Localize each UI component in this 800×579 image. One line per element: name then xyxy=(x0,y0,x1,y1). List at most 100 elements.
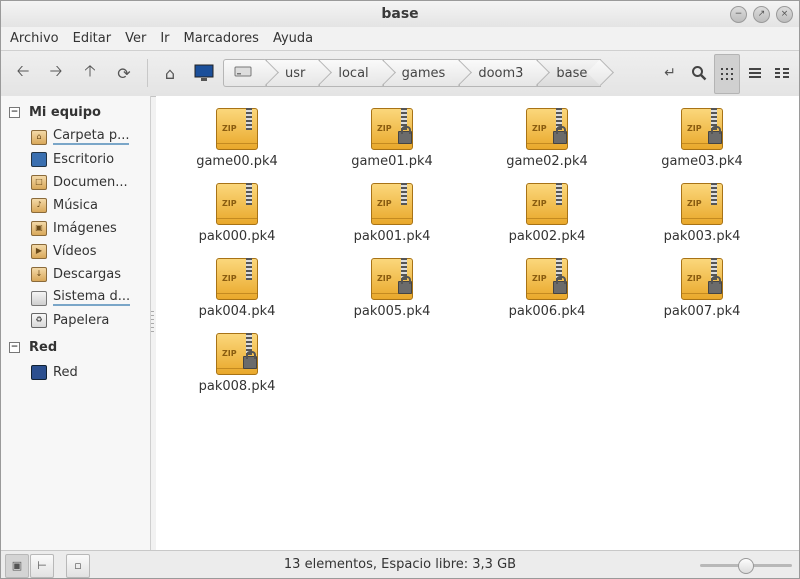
file-name: pak001.pk4 xyxy=(353,229,431,244)
downloads-folder-icon: ↓ xyxy=(31,267,47,282)
sidebar-section-red[interactable]: − Red xyxy=(9,340,57,355)
sidebar-item-label: Documen... xyxy=(53,175,128,190)
sidebar-section-mi-equipo[interactable]: − Mi equipo xyxy=(9,105,101,120)
zoom-slider-knob[interactable] xyxy=(738,558,754,574)
sidebar-item-pictures[interactable]: ▣ Imágenes xyxy=(31,221,145,236)
close-button[interactable]: × xyxy=(776,6,793,23)
file-item[interactable]: ZIP pak003.pk4 xyxy=(642,181,762,244)
sidebar-item-label: Imágenes xyxy=(53,221,117,236)
archive-icon: ZIP xyxy=(680,181,724,225)
archive-icon-text: ZIP xyxy=(532,124,547,133)
file-name: game02.pk4 xyxy=(506,154,588,169)
sidebar-item-network[interactable]: Red xyxy=(31,365,145,380)
archive-icon-text: ZIP xyxy=(377,199,392,208)
maximize-button[interactable]: ↗ xyxy=(753,6,770,23)
collapse-icon[interactable]: − xyxy=(9,107,20,118)
search-icon[interactable] xyxy=(687,61,711,85)
breadcrumb-root-drive[interactable] xyxy=(223,59,266,87)
icon-view-icon[interactable] xyxy=(714,54,740,94)
list-view-icon[interactable] xyxy=(743,61,767,85)
title-bar[interactable]: base − ↗ × xyxy=(1,1,799,27)
archive-icon-text: ZIP xyxy=(687,274,702,283)
file-item[interactable]: ZIP pak007.pk4 xyxy=(642,256,762,319)
file-item[interactable]: ZIP pak000.pk4 xyxy=(177,181,297,244)
up-icon[interactable]: 🡡 xyxy=(78,61,102,85)
file-item[interactable]: ZIP pak006.pk4 xyxy=(487,256,607,319)
file-name: game00.pk4 xyxy=(196,154,278,169)
file-name: pak003.pk4 xyxy=(663,229,741,244)
hide-sidebar-button[interactable]: ▫ xyxy=(66,554,90,578)
desktop-icon xyxy=(31,152,47,167)
breadcrumb: usr local games doom3 base xyxy=(223,59,602,87)
file-name: pak004.pk4 xyxy=(198,304,276,319)
toggle-location-icon[interactable]: ↵ xyxy=(658,61,682,85)
locked-archive-icon: ZIP xyxy=(215,331,259,375)
menu-ver[interactable]: Ver xyxy=(118,31,153,46)
file-name: game03.pk4 xyxy=(661,154,743,169)
status-bar: 13 elementos, Espacio libre: 3,3 GB ▣ ⊢ … xyxy=(1,550,799,578)
locked-archive-icon: ZIP xyxy=(370,256,414,300)
file-item[interactable]: ZIP pak004.pk4 xyxy=(177,256,297,319)
file-item[interactable]: ZIP pak008.pk4 xyxy=(177,331,297,394)
sidebar-item-label: Vídeos xyxy=(53,244,97,259)
file-grid: ZIP game00.pk4 ZIP game01.pk4 ZIP game02.pk4 Z… xyxy=(156,96,799,550)
archive-icon-text: ZIP xyxy=(222,349,237,358)
file-name: pak007.pk4 xyxy=(663,304,741,319)
file-name: pak006.pk4 xyxy=(508,304,586,319)
compact-view-icon[interactable] xyxy=(770,61,794,85)
show-places-button[interactable]: ▣ xyxy=(5,554,29,578)
locked-archive-icon: ZIP xyxy=(370,106,414,150)
file-item[interactable]: ZIP game03.pk4 xyxy=(642,106,762,169)
pictures-folder-icon: ▣ xyxy=(31,221,47,236)
archive-icon-text: ZIP xyxy=(377,274,392,283)
sidebar-section-title: Red xyxy=(29,340,58,355)
sidebar-item-desktop[interactable]: Escritorio xyxy=(31,152,145,167)
sidebar-item-label: Red xyxy=(53,365,78,380)
computer-icon[interactable] xyxy=(192,61,216,85)
file-name: pak008.pk4 xyxy=(198,379,276,394)
sidebar-item-filesystem[interactable]: Sistema d... xyxy=(31,290,145,306)
file-item[interactable]: ZIP game02.pk4 xyxy=(487,106,607,169)
sidebar-item-music[interactable]: ♪ Música xyxy=(31,198,145,213)
file-item[interactable]: ZIP pak002.pk4 xyxy=(487,181,607,244)
file-item[interactable]: ZIP game00.pk4 xyxy=(177,106,297,169)
sidebar-item-label: Escritorio xyxy=(53,152,115,167)
toolbar-separator xyxy=(147,59,148,87)
filesystem-icon xyxy=(31,290,47,306)
places-sidebar: − Mi equipo ⌂ Carpeta p... Escritorio □ … xyxy=(1,96,151,550)
file-name: pak002.pk4 xyxy=(508,229,586,244)
home-folder-icon: ⌂ xyxy=(31,129,47,145)
file-item[interactable]: ZIP pak005.pk4 xyxy=(332,256,452,319)
sidebar-item-label: Música xyxy=(53,198,98,213)
menu-ayuda[interactable]: Ayuda xyxy=(266,31,320,46)
sidebar-item-label: Sistema d... xyxy=(53,290,131,306)
show-tree-button[interactable]: ⊢ xyxy=(30,554,54,578)
forward-icon[interactable]: 🡢 xyxy=(44,61,68,85)
pane-resize-handle[interactable] xyxy=(151,311,154,335)
lock-icon xyxy=(398,126,412,144)
sidebar-item-trash[interactable]: ♻ Papelera xyxy=(31,313,145,328)
sidebar-item-downloads[interactable]: ↓ Descargas xyxy=(31,267,145,282)
collapse-icon[interactable]: − xyxy=(9,342,20,353)
window-controls: − ↗ × xyxy=(730,6,793,23)
file-item[interactable]: ZIP game01.pk4 xyxy=(332,106,452,169)
menu-ir[interactable]: Ir xyxy=(153,31,176,46)
menu-archivo[interactable]: Archivo xyxy=(3,31,66,46)
file-item[interactable]: ZIP pak001.pk4 xyxy=(332,181,452,244)
minimize-button[interactable]: − xyxy=(730,6,747,23)
sidebar-item-label: Descargas xyxy=(53,267,122,282)
menu-marcadores[interactable]: Marcadores xyxy=(177,31,266,46)
sidebar-item-home[interactable]: ⌂ Carpeta p... xyxy=(31,129,145,145)
home-icon[interactable]: ⌂ xyxy=(158,61,182,85)
file-name: pak000.pk4 xyxy=(198,229,276,244)
locked-archive-icon: ZIP xyxy=(680,256,724,300)
zoom-slider[interactable] xyxy=(700,558,792,574)
menu-editar[interactable]: Editar xyxy=(66,31,119,46)
lock-icon xyxy=(553,126,567,144)
archive-icon-text: ZIP xyxy=(687,199,702,208)
reload-icon[interactable]: ⟳ xyxy=(112,61,136,85)
lock-icon xyxy=(553,276,567,294)
sidebar-item-documents[interactable]: □ Documen... xyxy=(31,175,145,190)
sidebar-item-videos[interactable]: ▶ Vídeos xyxy=(31,244,145,259)
back-icon[interactable]: 🡠 xyxy=(11,61,35,85)
